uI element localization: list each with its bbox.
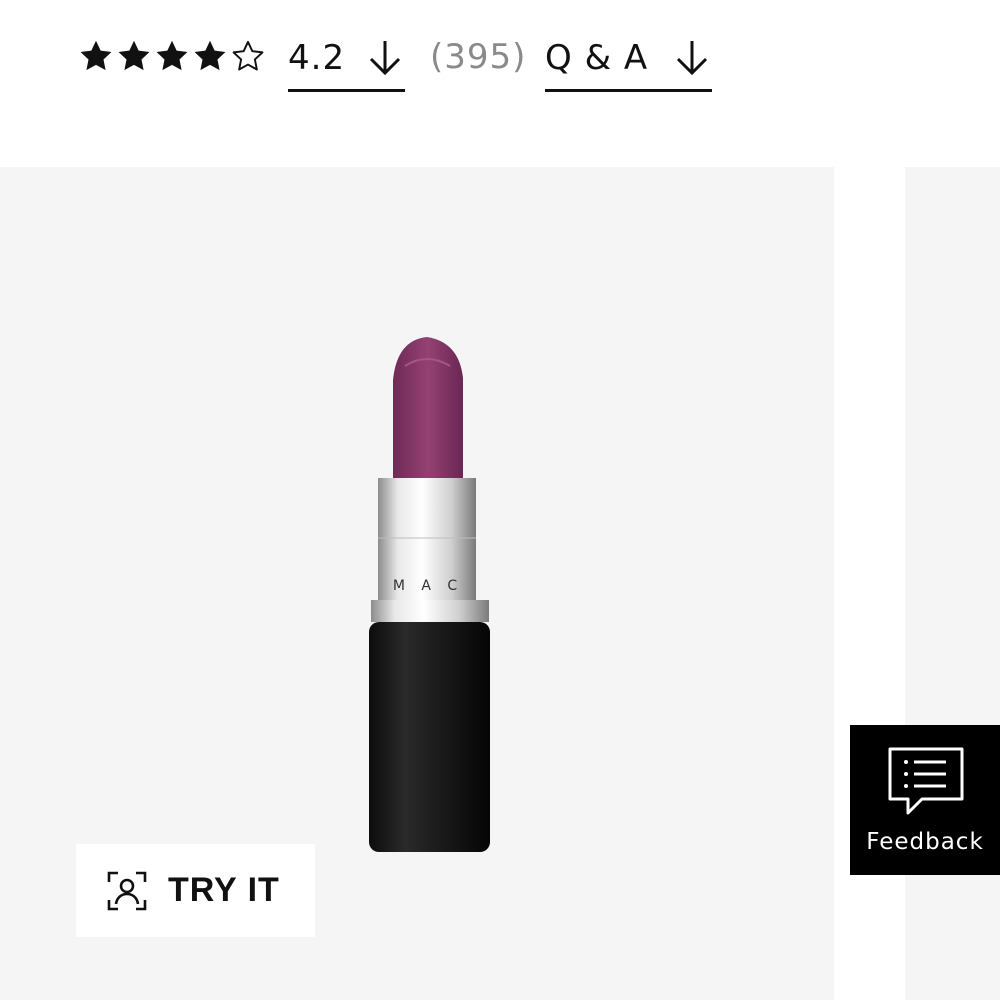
star-filled-icon (80, 40, 112, 71)
ratings-bar: 4.2 (395) Q & A (0, 0, 1000, 120)
star-filled-icon (194, 40, 226, 71)
lipstick-product-image (369, 337, 490, 852)
star-filled-icon (156, 40, 188, 71)
star-outline-icon (232, 40, 264, 71)
face-scan-icon (107, 871, 147, 910)
star-filled-icon (118, 40, 150, 71)
rating-value: 4.2 (288, 37, 346, 78)
qa-link[interactable]: Q & A (545, 34, 712, 92)
feedback-label: Feedback (866, 829, 984, 855)
arrow-down-icon (676, 40, 708, 75)
star-rating[interactable] (78, 38, 266, 76)
chat-bubble-icon (888, 747, 964, 815)
feedback-button[interactable]: Feedback (850, 725, 1000, 875)
review-count[interactable]: (395) (430, 34, 526, 80)
try-it-label: TRY IT (168, 871, 280, 909)
rating-link[interactable]: 4.2 (288, 34, 405, 92)
arrow-down-icon (369, 40, 401, 75)
brand-logo: M A C (392, 578, 464, 594)
try-it-button[interactable]: TRY IT (76, 844, 315, 937)
next-gallery-slide[interactable] (905, 167, 1000, 1000)
qa-label: Q & A (545, 37, 649, 78)
